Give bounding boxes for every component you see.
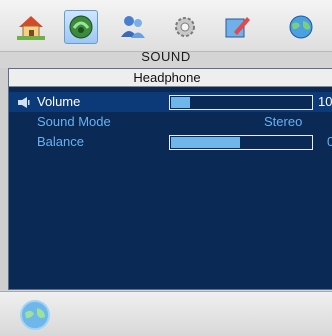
- sound-mode-label: Sound Mode: [37, 114, 111, 129]
- osd-menu: SOUND Headphone Volume 10 Sound Mode Ste…: [0, 0, 332, 336]
- edit-icon: [225, 17, 250, 38]
- menu-title: SOUND: [141, 49, 191, 64]
- tab-settings[interactable]: [168, 10, 202, 44]
- menu-tab-bar: [0, 0, 332, 52]
- volume-slider[interactable]: [169, 95, 313, 110]
- volume-slider-fill: [171, 97, 191, 108]
- tab-edit[interactable]: [220, 10, 254, 44]
- tab-sound[interactable]: [64, 10, 98, 44]
- globe-icon: [289, 15, 313, 39]
- left-margin: [0, 68, 8, 290]
- row-sound-mode[interactable]: Sound Mode Stereo: [9, 112, 332, 132]
- row-balance[interactable]: Balance 0: [9, 132, 332, 152]
- volume-label: Volume: [37, 94, 81, 109]
- balance-value: 0: [327, 134, 332, 149]
- tab-people[interactable]: [116, 10, 150, 44]
- balance-slider-fill: [171, 137, 240, 148]
- tab-globe[interactable]: [284, 10, 318, 44]
- home-icon: [17, 16, 45, 40]
- globe-icon: [20, 300, 50, 330]
- tab-home[interactable]: [14, 10, 48, 44]
- panel-header: Headphone: [9, 69, 332, 87]
- sound-panel: Headphone Volume 10 Sound Mode Stereo Ba…: [8, 68, 332, 290]
- volume-value: 10: [318, 94, 332, 109]
- people-icon: [121, 16, 145, 38]
- gear-icon: [175, 17, 195, 37]
- bottom-bar: [0, 291, 332, 336]
- speaker-icon: [18, 97, 30, 108]
- row-volume[interactable]: Volume 10: [9, 92, 332, 112]
- sound-mode-value: Stereo: [264, 114, 303, 129]
- balance-slider[interactable]: [169, 135, 313, 150]
- sound-icon: [69, 15, 93, 39]
- balance-label: Balance: [37, 134, 84, 149]
